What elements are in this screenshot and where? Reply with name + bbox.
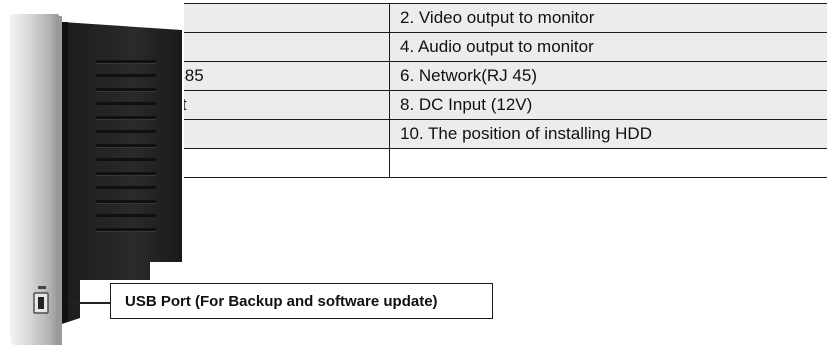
- callout-leader-line: [68, 302, 110, 304]
- usb-port-callout: USB Port (For Backup and software update…: [110, 283, 493, 319]
- usb-port-label: USB Port (For Backup and software update…: [125, 292, 438, 310]
- table-cell: 4. Audio output to monitor: [389, 32, 827, 62]
- table-cell: 6. Network(RJ 45): [389, 61, 827, 91]
- table-cell: [389, 148, 827, 178]
- table-cell: 8. DC Input (12V): [389, 90, 827, 120]
- table-cell: 10. The position of installing HDD: [389, 119, 827, 149]
- table-cell: 2. Video output to monitor: [389, 3, 827, 33]
